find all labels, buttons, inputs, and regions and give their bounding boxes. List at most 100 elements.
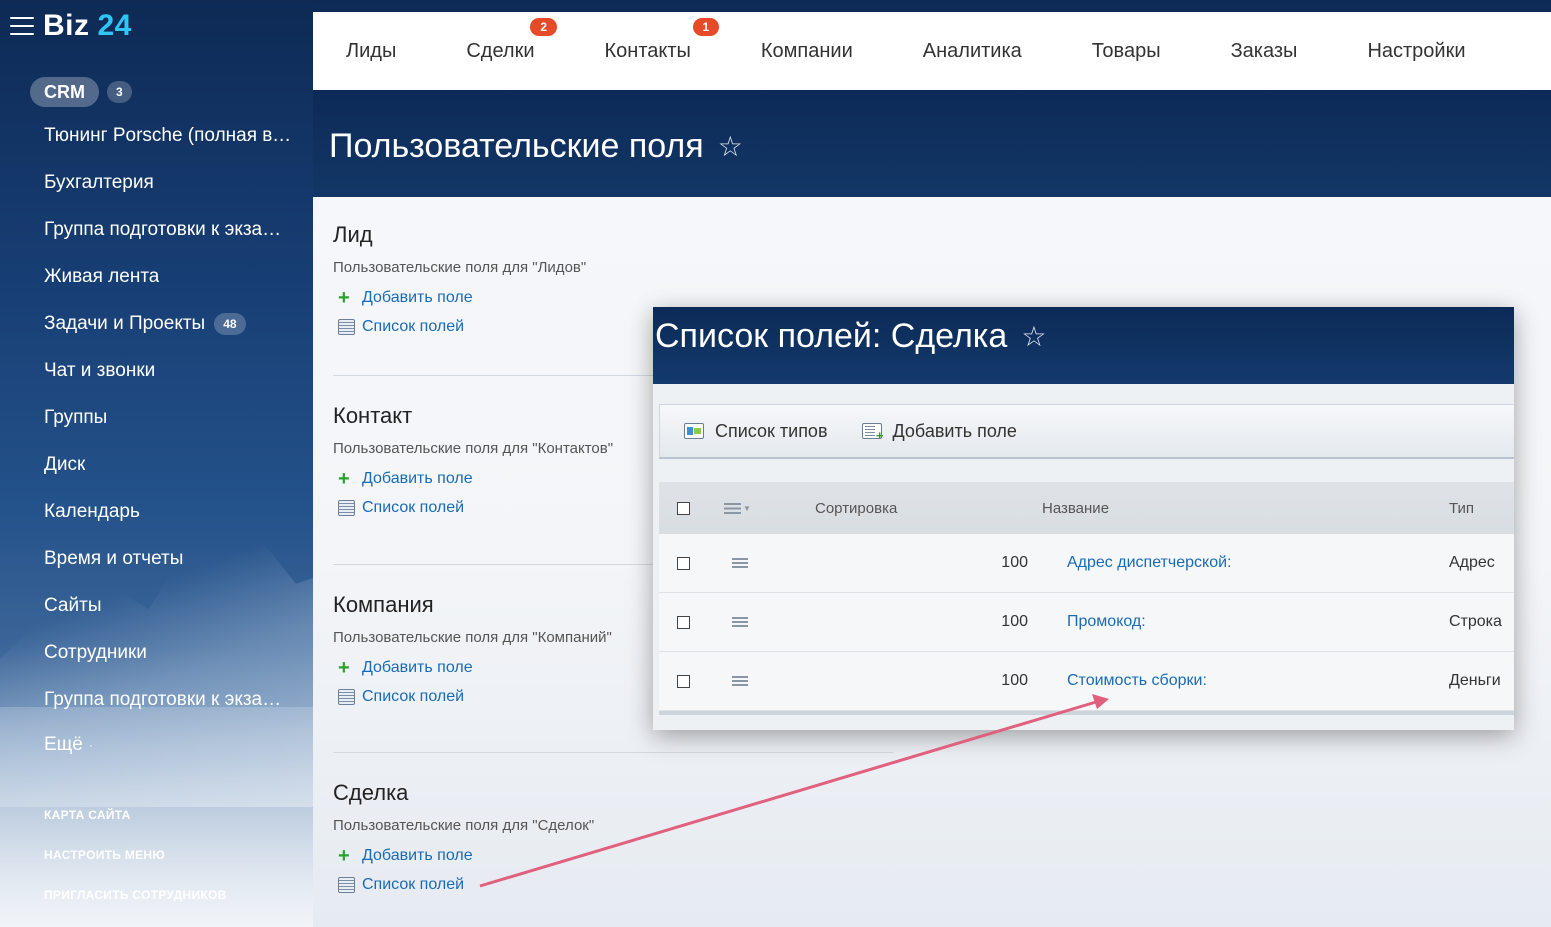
column-name[interactable]: Название (1042, 500, 1449, 517)
sidebar-item-chat[interactable]: Чат и звонки (44, 347, 294, 394)
tab-label: Контакты (604, 39, 691, 62)
site-map-link[interactable]: КАРТА САЙТА (44, 802, 227, 842)
page-title: Пользовательские поля ☆ (329, 127, 743, 166)
field-name-link[interactable]: Стоимость сборки: (1067, 672, 1207, 689)
sidebar-item-groups[interactable]: Группы (44, 394, 294, 441)
sidebar-item-feed[interactable]: Живая лента (44, 253, 294, 300)
panel-title: Список полей: Сделка ☆ (655, 317, 1046, 356)
sidebar-item-porsche[interactable]: Тюнинг Porsche (полная версия) (44, 112, 294, 159)
column-type[interactable]: Тип (1449, 500, 1514, 517)
type-list-button[interactable]: Список типов (684, 421, 828, 442)
field-list-link-deal[interactable]: Список полей (333, 870, 893, 899)
panel-header: Список полей: Сделка ☆ (653, 307, 1514, 384)
tab-products[interactable]: Товары (1092, 40, 1161, 63)
sidebar-menu: Тюнинг Porsche (полная версия) Бухгалтер… (44, 112, 294, 767)
sidebar-item-more[interactable]: Ещё · (44, 723, 294, 767)
sidebar-item-label: Сайты (44, 594, 102, 616)
sidebar-item-label: Время и отчеты (44, 547, 184, 569)
sidebar-item-label: Живая лента (44, 265, 160, 287)
select-all-checkbox[interactable] (676, 501, 690, 515)
section-deal: Сделка Пользовательские поля для "Сделок… (333, 780, 893, 899)
add-field-button[interactable]: Добавить поле (861, 421, 1017, 443)
list-icon (338, 318, 355, 335)
row-checkbox[interactable] (676, 615, 690, 629)
configure-menu-link[interactable]: НАСТРОИТЬ МЕНЮ (44, 842, 227, 882)
app-logo[interactable]: Biz 24 (43, 9, 132, 43)
tab-leads[interactable]: Лиды (346, 40, 396, 63)
link-label: Список полей (362, 498, 465, 516)
tab-deals[interactable]: Сделки 2 (466, 17, 558, 63)
sidebar-item-label: Задачи и Проекты (44, 312, 206, 334)
tab-orders[interactable]: Заказы (1231, 40, 1298, 63)
row-sort-value: 100 (1001, 672, 1028, 689)
sidebar-item-label: Сотрудники (44, 641, 147, 663)
link-label: Добавить поле (362, 469, 473, 487)
hamburger-menu-icon[interactable] (10, 17, 34, 35)
link-label: Список полей (362, 317, 465, 335)
sidebar-item-calendar[interactable]: Календарь (44, 488, 294, 535)
header-menu-cell: ▼ (707, 502, 815, 514)
type-list-icon (684, 423, 704, 439)
column-settings-icon[interactable]: ▼ (724, 502, 751, 514)
sidebar-item-crm[interactable]: CRM (30, 77, 99, 107)
sidebar-item-label: Ещё (44, 734, 83, 755)
sidebar-item-label: Бухгалтерия (44, 171, 154, 193)
tasks-counter-badge: 48 (214, 312, 246, 335)
field-name-link[interactable]: Промокод: (1067, 613, 1146, 630)
sidebar-item-tasks[interactable]: Задачи и Проекты 48 (44, 300, 294, 347)
add-field-icon (861, 423, 884, 443)
header-check-cell (659, 501, 707, 515)
tab-label: Заказы (1230, 39, 1298, 62)
sidebar-item-disk[interactable]: Диск (44, 441, 294, 488)
crm-top-nav: Лиды Сделки 2 Контакты 1 Компании Аналитик… (313, 12, 1551, 90)
row-actions-icon[interactable] (732, 676, 748, 686)
sidebar-item-label: Диск (44, 453, 86, 475)
row-type: Деньги (1449, 672, 1501, 689)
tab-settings[interactable]: Настройки (1367, 40, 1465, 63)
link-label: Добавить поле (362, 846, 473, 864)
panel-toolbar: Список типов Добавить поле (659, 404, 1514, 459)
tab-label: Аналитика (922, 39, 1022, 62)
favorite-star-icon[interactable]: ☆ (1021, 320, 1046, 353)
section-subtitle: Пользовательские поля для "Лидов" (333, 259, 587, 276)
row-check-cell (659, 615, 707, 629)
sidebar-item-sites[interactable]: Сайты (44, 582, 294, 629)
sidebar-item-label: Календарь (44, 500, 140, 522)
sidebar-item-time-reports[interactable]: Время и отчеты (44, 535, 294, 582)
row-checkbox[interactable] (676, 674, 690, 688)
sidebar-item-label: Тюнинг Porsche (полная версия) (44, 124, 294, 146)
add-field-link[interactable]: + Добавить поле (333, 841, 893, 870)
tab-label: Лиды (346, 39, 397, 62)
table-row: 100 Адрес диспетчерской: Адрес (659, 534, 1514, 593)
deal-field-list-panel: Список полей: Сделка ☆ Список типов Доба… (653, 307, 1514, 730)
favorite-star-icon[interactable]: ☆ (718, 130, 743, 163)
row-name-cell: Стоимость сборки: (1042, 672, 1449, 690)
sidebar-item-exam-group[interactable]: Группа подготовки к экзамену (44, 206, 294, 253)
tab-label: Компании (760, 39, 853, 62)
fields-table: ▼ Сортировка Название Тип 100 Адрес дисп… (659, 482, 1514, 715)
row-actions-icon[interactable] (732, 617, 748, 627)
chevron-down-icon: · (88, 738, 93, 752)
link-label: Список полей (362, 875, 465, 893)
row-actions-icon[interactable] (732, 558, 748, 568)
invite-employees-link[interactable]: ПРИГЛАСИТЬ СОТРУДНИКОВ (44, 882, 227, 922)
sidebar-item-exam-group-2[interactable]: Группа подготовки к экзамену (44, 676, 294, 723)
crm-counter-badge: 3 (107, 81, 132, 103)
plus-icon: + (338, 844, 350, 867)
tab-analytics[interactable]: Аналитика (923, 40, 1022, 63)
row-sort-value: 100 (1001, 613, 1028, 630)
list-icon (338, 688, 355, 705)
row-checkbox[interactable] (676, 556, 690, 570)
sidebar-item-label: Группа подготовки к экзамену (44, 688, 294, 710)
row-name-cell: Промокод: (1042, 613, 1449, 631)
tab-companies[interactable]: Компании (761, 40, 853, 63)
field-name-link[interactable]: Адрес диспетчерской: (1067, 554, 1231, 571)
sidebar-item-accounting[interactable]: Бухгалтерия (44, 159, 294, 206)
page-title-text: Пользовательские поля (329, 127, 704, 165)
sidebar-item-employees[interactable]: Сотрудники (44, 629, 294, 676)
list-icon (338, 499, 355, 516)
column-sort[interactable]: Сортировка (815, 500, 1042, 517)
plus-icon: + (338, 467, 350, 490)
sidebar-item-label: Группы (44, 406, 108, 428)
tab-contacts[interactable]: Контакты 1 (604, 17, 720, 63)
